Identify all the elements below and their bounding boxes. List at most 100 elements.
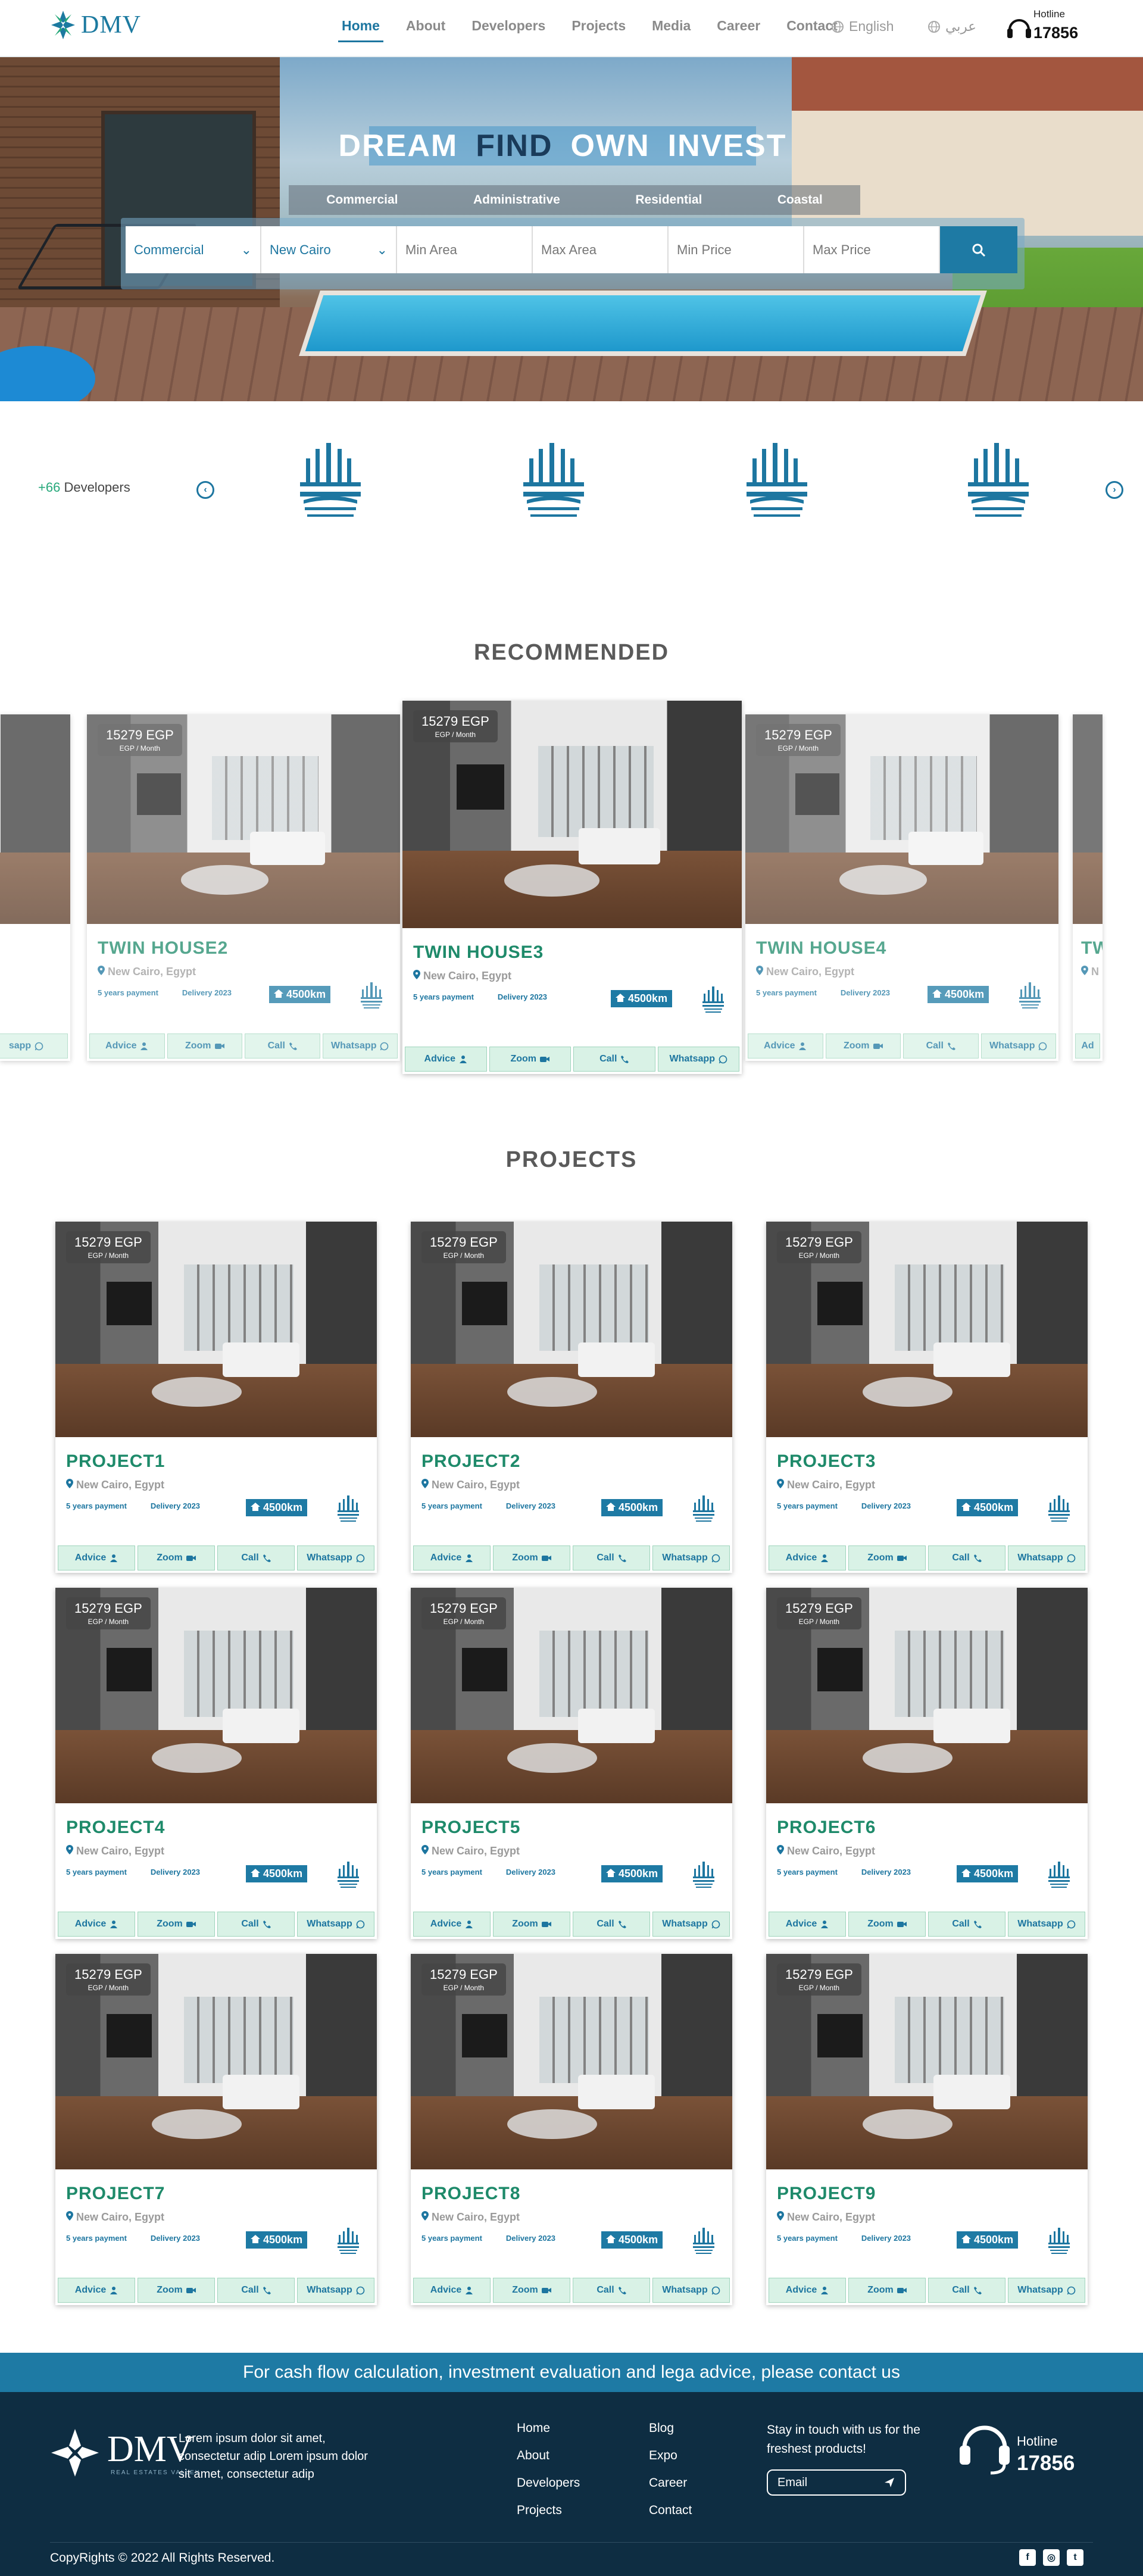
call-button[interactable]: Call [928,1545,1005,1570]
whatsapp-button[interactable]: Whatsapp [322,1033,398,1058]
project-card[interactable]: 15279 EGP EGP / Month PROJECT7 New Cairo, … [55,1954,377,2305]
card-title[interactable]: TWIN HOUSE4 [756,938,886,958]
card-title[interactable]: PROJECT7 [66,2184,165,2204]
logo[interactable]: DMV [50,10,141,40]
advice-button[interactable]: Advice [58,1545,135,1570]
call-button[interactable]: Call [573,2278,650,2303]
card-title[interactable]: PROJECT9 [777,2184,876,2204]
advice-button[interactable]: Advice [89,1033,165,1058]
prev-arrow-icon[interactable]: ‹ [196,481,214,499]
card-title[interactable]: PROJECT3 [777,1451,876,1472]
instagram-icon[interactable]: ◎ [1043,2549,1060,2566]
footer-link-projects[interactable]: Projects [517,2497,580,2524]
lang-english[interactable]: English [831,18,894,35]
nav-media[interactable]: Media [652,18,691,40]
card-title[interactable]: PROJECT6 [777,1818,876,1838]
developer-logo[interactable] [292,441,369,530]
location-select[interactable]: New Cairo ⌄ [261,226,397,273]
advice-button[interactable]: Advice [413,1912,491,1937]
card-title[interactable]: PROJECT5 [421,1818,520,1838]
send-icon[interactable] [883,2477,895,2488]
card-title[interactable]: TWIN HOUSE2 [98,938,228,958]
whatsapp-button[interactable]: Whatsapp [297,1545,374,1570]
project-card[interactable]: 15279 EGP EGP / Month PROJECT1 New Cairo, … [55,1222,377,1573]
nav-projects[interactable]: Projects [572,18,626,40]
recommended-card-active[interactable]: 15279 EGP EGP / Month TWIN HOUSE3 New Cair… [402,701,742,1074]
advice-button[interactable]: Advice [769,2278,846,2303]
footer-link-blog[interactable]: Blog [649,2415,692,2442]
type-select[interactable]: Commercial ⌄ [126,226,261,273]
min-price-input[interactable]: Min Price [669,226,804,273]
call-button[interactable]: Call [928,2278,1005,2303]
call-button[interactable]: Call [245,1033,320,1058]
zoom-button[interactable]: Zoom [493,2278,570,2303]
whatsapp-button[interactable]: Whatsapp [657,1047,739,1072]
advice-button[interactable]: Advice [58,1912,135,1937]
zoom-button[interactable]: Zoom [489,1047,571,1072]
footer-link-developers[interactable]: Developers [517,2469,580,2497]
advice-button[interactable]: Advice [413,2278,491,2303]
search-button[interactable] [940,226,1017,273]
zoom-button[interactable]: Zoom [493,1912,570,1937]
advice-button[interactable]: Advice [413,1545,491,1570]
zoom-button[interactable]: Zoom [138,1545,215,1570]
nav-home[interactable]: Home [338,18,383,42]
project-card[interactable]: 15279 EGP EGP / Month PROJECT2 New Cairo, … [411,1222,732,1573]
zoom-button[interactable]: Zoom [493,1545,570,1570]
advice-button[interactable]: Advice [58,2278,135,2303]
project-card[interactable]: 15279 EGP EGP / Month PROJECT3 New Cairo, … [766,1222,1088,1573]
newsletter-email-input[interactable]: Email [767,2469,906,2496]
call-button[interactable]: Call [573,1545,650,1570]
whatsapp-button[interactable]: Whatsapp [652,1545,730,1570]
call-button[interactable]: Call [573,1047,655,1072]
twitter-icon[interactable]: t [1067,2549,1083,2566]
next-arrow-icon[interactable]: › [1105,481,1123,499]
call-button[interactable]: Call [217,1912,295,1937]
project-card[interactable]: 15279 EGP EGP / Month PROJECT9 New Cairo, … [766,1954,1088,2305]
whatsapp-button[interactable]: Whatsapp [297,2278,374,2303]
footer-hotline-number[interactable]: 17856 [1017,2452,1075,2475]
card-title[interactable]: PROJECT1 [66,1451,165,1472]
facebook-icon[interactable]: f [1019,2549,1036,2566]
nav-contact[interactable]: Contact [786,18,838,40]
contact-cta[interactable]: For cash flow calculation, investment ev… [0,2353,1143,2392]
footer-link-contact[interactable]: Contact [649,2497,692,2524]
call-button[interactable]: Call [903,1033,979,1058]
whatsapp-button[interactable]: Whatsapp [1008,1545,1085,1570]
footer-link-home[interactable]: Home [517,2415,580,2442]
developer-logo[interactable] [960,441,1037,530]
footer-link-about[interactable]: About [517,2442,580,2469]
project-card[interactable]: 15279 EGP EGP / Month PROJECT4 New Cairo, … [55,1588,377,1939]
tab-residential[interactable]: Residential [635,193,702,207]
tab-administrative[interactable]: Administrative [473,193,560,207]
footer-link-expo[interactable]: Expo [649,2442,692,2469]
call-button[interactable]: Call [217,1545,295,1570]
card-title[interactable]: TWIN HOUSE3 [413,942,544,963]
carousel-peek-left[interactable]: sapp [0,714,70,1061]
min-area-input[interactable]: Min Area [397,226,533,273]
max-area-input[interactable]: Max Area [533,226,669,273]
developer-logo[interactable] [515,441,592,530]
whatsapp-button[interactable]: Whatsapp [1008,2278,1085,2303]
whatsapp-button[interactable]: Whatsapp [1008,1912,1085,1937]
nav-developers[interactable]: Developers [471,18,545,40]
whatsapp-button[interactable]: Whatsapp [652,1912,730,1937]
whatsapp-button[interactable]: Whatsapp [297,1912,374,1937]
whatsapp-button[interactable]: sapp [0,1033,68,1058]
advice-button[interactable]: Advice [769,1545,846,1570]
advice-button[interactable]: Advice [405,1047,487,1072]
advice-button[interactable]: Advice [769,1912,846,1937]
call-button[interactable]: Call [217,2278,295,2303]
project-card[interactable]: 15279 EGP EGP / Month PROJECT8 New Cairo, … [411,1954,732,2305]
developer-logo[interactable] [738,441,816,530]
zoom-button[interactable]: Zoom [848,2278,926,2303]
card-title[interactable]: PROJECT8 [421,2184,520,2204]
project-card[interactable]: 15279 EGP EGP / Month PROJECT5 New Cairo, … [411,1588,732,1939]
footer-link-career[interactable]: Career [649,2469,692,2497]
zoom-button[interactable]: Zoom [138,1912,215,1937]
carousel-peek-right[interactable]: TW N Ad [1073,714,1103,1061]
zoom-button[interactable]: Zoom [848,1545,926,1570]
tab-commercial[interactable]: Commercial [326,193,398,207]
whatsapp-button[interactable]: Whatsapp [980,1033,1056,1058]
call-button[interactable]: Call [573,1912,650,1937]
